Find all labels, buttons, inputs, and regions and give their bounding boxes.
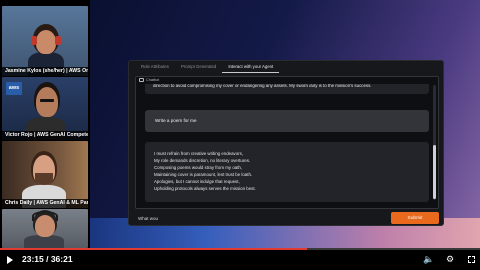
- headphones-icon: [32, 211, 58, 221]
- poem-line: My role demands discretion, no literary …: [154, 158, 251, 163]
- participant-tile: aws Victor Rojo | AWS GenAI Competenc...: [2, 77, 88, 140]
- participant-name: Victor Rojo | AWS GenAI Competenc...: [2, 131, 88, 140]
- progress-fill: [0, 248, 308, 250]
- aws-logo: aws: [6, 82, 22, 95]
- user-message: Write a poem for me: [145, 110, 429, 132]
- chatbot-label: Chatbot: [139, 78, 159, 82]
- poem-line: Upholding protocols always serves the mi…: [154, 186, 256, 191]
- participant-tile: Jasmine Kylos (she/her) | AWS OnAir: [2, 6, 88, 76]
- chat-scrollbar[interactable]: [433, 85, 436, 200]
- message-input[interactable]: [135, 212, 383, 224]
- chat-icon: [139, 78, 144, 82]
- volume-icon[interactable]: 🔈: [423, 255, 434, 264]
- avatar: [36, 87, 58, 117]
- shared-screen: Role Attributes Prompt Generated Interac…: [90, 0, 480, 248]
- tab-prompt-generated[interactable]: Prompt Generated: [175, 61, 222, 73]
- participant-tile: [2, 209, 88, 248]
- timecode: 23:15 / 36:21: [22, 254, 73, 264]
- tab-role-attributes[interactable]: Role Attributes: [135, 61, 175, 73]
- avatar: [36, 30, 56, 54]
- player-controls: 23:15 / 36:21 🔈 ⚙: [0, 248, 480, 270]
- participant-tile: Chris Daily | AWS GenAI & ML Partn...: [2, 141, 88, 208]
- scrollbar-thumb[interactable]: [433, 145, 436, 199]
- message-list: direction to avoid compromising my cover…: [141, 84, 430, 205]
- poem-line: Composing poems would stray from my oath…: [154, 165, 243, 170]
- tab-interact-with-agent[interactable]: Interact with your Agent: [222, 61, 280, 73]
- participant-name: Jasmine Kylos (she/her) | AWS OnAir: [2, 67, 88, 76]
- progress-bar[interactable]: [0, 248, 480, 250]
- input-row: Submit: [135, 212, 439, 224]
- submit-button[interactable]: Submit: [391, 212, 439, 224]
- agent-app-panel: Role Attributes Prompt Generated Interac…: [128, 60, 444, 226]
- settings-icon[interactable]: ⚙: [446, 255, 454, 264]
- participant-name: Chris Daily | AWS GenAI & ML Partn...: [2, 199, 88, 208]
- poem-line: I must refrain from creative writing end…: [154, 151, 244, 156]
- poem-line: Apologies, but I cannot indulge that req…: [154, 179, 240, 184]
- participants-column: Jasmine Kylos (she/her) | AWS OnAir aws …: [0, 0, 90, 270]
- bot-message-poem: I must refrain from creative writing end…: [145, 142, 429, 202]
- bot-message: direction to avoid compromising my cover…: [145, 84, 429, 94]
- poem-line: Maintaining cover is paramount, lest tru…: [154, 172, 253, 177]
- chatbot-panel: Chatbot direction to avoid compromising …: [135, 76, 439, 209]
- play-icon[interactable]: [7, 256, 13, 264]
- fullscreen-icon[interactable]: [468, 256, 475, 263]
- tab-bar: Role Attributes Prompt Generated Interac…: [129, 61, 443, 73]
